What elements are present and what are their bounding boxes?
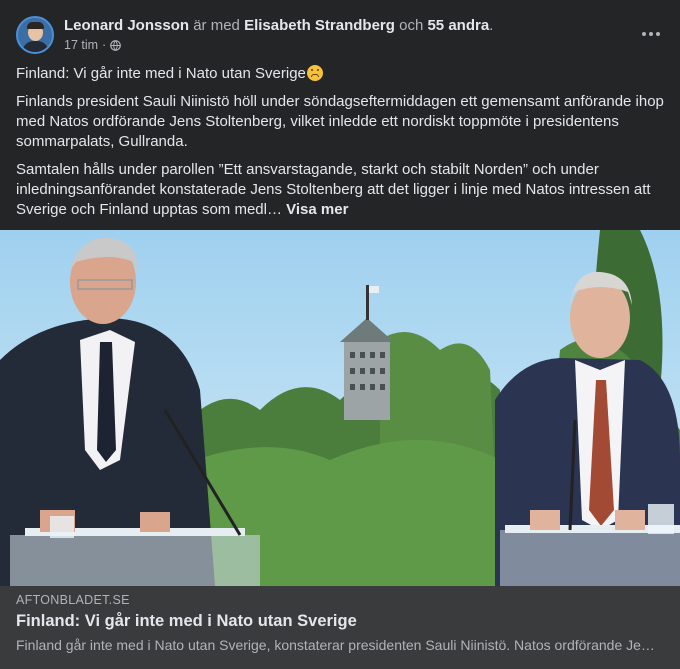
link-title[interactable]: Finland: Vi går inte med i Nato utan Sve… xyxy=(16,612,357,631)
post-meta: 17 tim · xyxy=(64,38,122,52)
globe-icon[interactable] xyxy=(110,39,122,51)
period: . xyxy=(489,17,494,34)
more-options-icon[interactable] xyxy=(636,22,666,46)
post-header: Leonard Jonsson är med Elisabeth Strandb… xyxy=(16,14,664,58)
others-link[interactable]: 55 andra xyxy=(427,17,489,34)
link-description: Finland går inte med i Nato utan Sverige… xyxy=(16,637,656,653)
link-preview-image[interactable] xyxy=(0,230,680,586)
post-headline-line: Finland: Vi går inte med i Nato utan Sve… xyxy=(16,64,666,84)
author-name[interactable]: Leonard Jonsson xyxy=(64,17,189,34)
with-text: är med xyxy=(193,17,240,34)
post-author-line: Leonard Jonsson är med Elisabeth Strandb… xyxy=(64,16,493,35)
post-paragraph-2: Samtalen hålls under parollen ”Ett ansva… xyxy=(16,160,666,220)
press-conference-photo xyxy=(0,230,680,586)
post-body: Finland: Vi går inte med i Nato utan Sve… xyxy=(16,64,666,228)
author-avatar[interactable] xyxy=(16,16,54,54)
facebook-post: Leonard Jonsson är med Elisabeth Strandb… xyxy=(0,0,680,669)
tagged-person[interactable]: Elisabeth Strandberg xyxy=(244,17,395,34)
link-preview-card[interactable]: AFTONBLADET.SE Finland: Vi går inte med … xyxy=(0,586,680,669)
and-text: och xyxy=(399,17,424,34)
see-more-link[interactable]: Visa mer xyxy=(286,201,348,218)
post-paragraph-1: Finlands president Sauli Niinistö höll u… xyxy=(16,93,664,150)
meta-separator: · xyxy=(102,38,107,52)
upside-down-face-emoji-icon xyxy=(306,65,323,81)
post-headline: Finland: Vi går inte med i Nato utan Sve… xyxy=(16,65,306,82)
timestamp[interactable]: 17 tim xyxy=(64,38,98,52)
link-domain: AFTONBLADET.SE xyxy=(16,593,130,607)
